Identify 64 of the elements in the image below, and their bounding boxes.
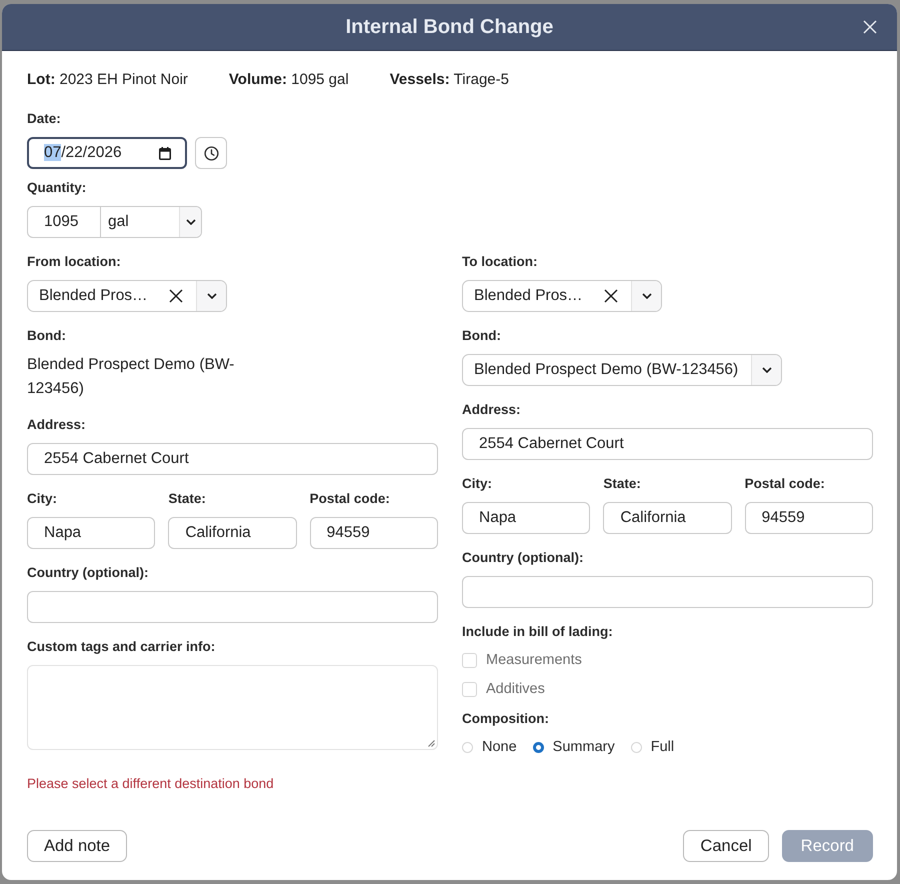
summary-item: Vessels: Tirage-5 [390, 70, 509, 90]
field-label: Date: [27, 111, 61, 127]
add-note-button[interactable]: Add note [27, 830, 128, 862]
input-field[interactable]: Napa [27, 517, 156, 549]
input-field[interactable]: California [168, 517, 297, 549]
checkbox-label: Additives [486, 681, 545, 697]
field-label: Composition: [462, 711, 549, 727]
radio-button[interactable] [532, 742, 544, 752]
field-label: Quantity: [27, 180, 86, 196]
radio-label: Full [650, 739, 674, 755]
summary-item: Lot: 2023 EH Pinot Noir [27, 70, 188, 90]
input-field[interactable]: Napa [462, 502, 590, 534]
input-field[interactable]: 94559 [744, 502, 873, 534]
resize-grip-icon[interactable] [427, 739, 435, 747]
field-label: State: [168, 491, 206, 507]
bond-select[interactable]: Blended Prospect Demo (BW-123456) [462, 354, 782, 386]
chevron-down-icon [642, 293, 652, 299]
field-label: Custom tags and carrier info: [27, 639, 216, 655]
field-label: Country (optional): [462, 550, 584, 566]
dropdown-button[interactable] [196, 281, 226, 311]
quantity-field[interactable]: 1095 [27, 206, 101, 238]
country-field[interactable] [27, 591, 438, 623]
field-label: Bond: [27, 328, 66, 344]
chevron-down-icon [762, 367, 772, 373]
field-label: State: [603, 476, 641, 492]
bond-text: Blended Prospect Demo (BW-123456) [27, 355, 236, 399]
field-label: Address: [27, 417, 86, 433]
date-field[interactable]: 07/22/2026 [27, 137, 187, 169]
field-label: City: [462, 476, 492, 492]
clear-icon[interactable] [169, 289, 183, 303]
close-icon[interactable] [863, 20, 877, 34]
dropdown-button[interactable] [179, 207, 201, 237]
radio-label: None [482, 739, 517, 755]
chevron-down-icon [186, 219, 196, 225]
country-field[interactable] [462, 576, 873, 608]
address-field[interactable]: 2554 Cabernet Court [27, 443, 438, 475]
input-field[interactable]: 94559 [310, 517, 438, 549]
clear-icon[interactable] [604, 289, 618, 303]
summary-item: Volume: 1095 gal [228, 70, 349, 90]
address-field[interactable]: 2554 Cabernet Court [462, 428, 873, 460]
chevron-down-icon [206, 293, 216, 299]
clock-icon [204, 146, 218, 160]
error-message: Please select a different destination bond [27, 776, 274, 792]
calendar-icon[interactable] [159, 146, 171, 160]
field-label: Postal code: [744, 476, 825, 492]
dropdown-button[interactable] [751, 355, 781, 385]
checkbox-label: Measurements [486, 652, 582, 668]
field-label: From location: [27, 254, 121, 270]
field-label: To location: [462, 254, 538, 270]
dialog-title: Internal Bond Change [346, 16, 554, 38]
input-field[interactable]: California [603, 502, 732, 534]
unit-select[interactable]: gal [101, 206, 202, 238]
dropdown-button[interactable] [631, 281, 661, 311]
field-label: Include in bill of lading: [462, 624, 613, 640]
field-label: Address: [462, 402, 521, 418]
field-label: Postal code: [310, 491, 390, 507]
field-label: Bond: [462, 328, 501, 344]
location-select[interactable]: Blended Pros… [27, 280, 227, 312]
field-label: Country (optional): [27, 565, 148, 581]
location-select[interactable]: Blended Pros… [462, 280, 662, 312]
footer-button[interactable]: Cancel [683, 830, 769, 862]
field-label: City: [27, 491, 57, 507]
time-button[interactable] [195, 137, 227, 169]
radio-label: Summary [552, 739, 615, 755]
